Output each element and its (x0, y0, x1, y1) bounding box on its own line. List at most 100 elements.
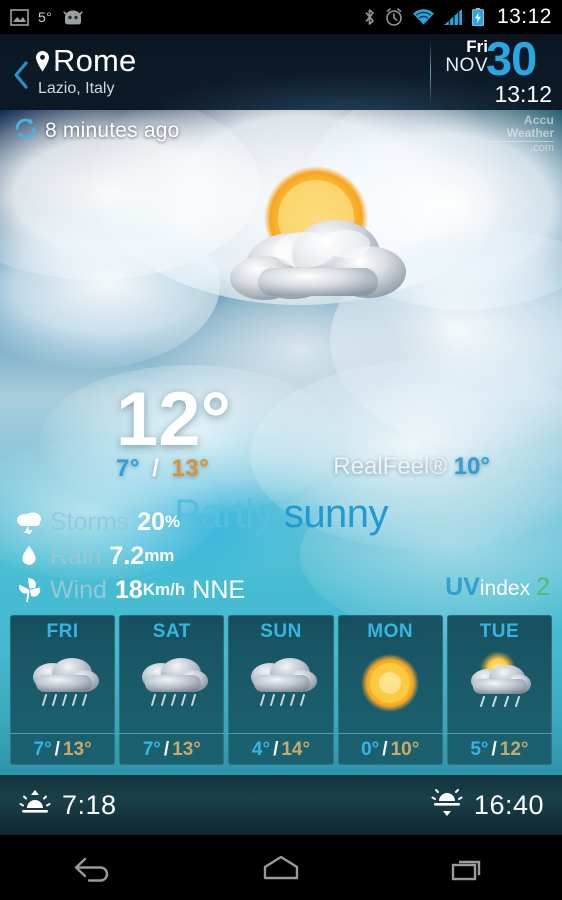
current-temperature: 12° (116, 382, 231, 458)
forecast-day: FRI (10, 615, 115, 643)
sunrise-icon (18, 789, 52, 822)
detail-value: 7.2 (109, 542, 144, 571)
forecast-separator: / (491, 739, 496, 761)
forecast-high: 12° (500, 739, 529, 761)
rain-cloud-icon (119, 647, 224, 719)
today-range: 7° / 13° (116, 455, 209, 483)
detail-row-storms[interactable]: Storms 20% (14, 505, 245, 539)
current-weather-panel[interactable]: 8 minutes ago Accu Weather .com (0, 110, 562, 775)
bluetooth-icon (363, 7, 376, 27)
refresh-icon[interactable] (14, 117, 37, 145)
forecast-separator: / (55, 739, 60, 761)
brand-line-2: Weather (476, 127, 554, 142)
image-icon (10, 9, 29, 26)
sun-behind-rain-cloud-icon (447, 647, 552, 719)
forecast-range: 4° / 14° (228, 733, 333, 765)
range-separator: / (152, 455, 159, 482)
wind-direction: NNE (192, 576, 245, 605)
sun-times-bar: 7:18 16:40 (0, 775, 562, 835)
raindrop-icon (14, 543, 44, 569)
forecast-range: 5° / 12° (447, 733, 552, 765)
detail-unit: mm (144, 546, 174, 566)
weather-app-screen: 5° 13:12 (0, 0, 562, 900)
rain-cloud-icon (228, 647, 333, 719)
today-low: 7° (116, 455, 140, 482)
nav-recents-icon[interactable] (422, 844, 514, 892)
region-name: Lazio, Italy (38, 79, 137, 99)
uv-prefix: UV (445, 573, 480, 601)
forecast-separator: / (382, 739, 387, 761)
city-name: Rome (53, 44, 137, 78)
forecast-high: 13° (63, 739, 92, 761)
forecast-low: 4° (252, 739, 270, 761)
forecast-card[interactable]: SUN 4° / 14° (228, 615, 333, 765)
forecast-low: 5° (470, 739, 488, 761)
condition-part-2: sunny (284, 492, 388, 536)
detail-label: Wind (50, 576, 107, 605)
forecast-range: 7° / 13° (119, 733, 224, 765)
forecast-separator: / (273, 739, 278, 761)
forecast-card[interactable]: MON 0° / 10° (338, 615, 443, 765)
status-temperature: 5° (38, 9, 52, 25)
location-pin-icon (34, 50, 51, 73)
realfeel-block: RealFeel® 10° (333, 453, 490, 481)
detail-label: Rain (50, 542, 101, 571)
storm-cloud-icon (14, 509, 44, 535)
detail-unit: Km/h (143, 580, 186, 600)
date-block: Fri NOV 30 13:12 (430, 34, 562, 110)
android-navigation-bar (0, 835, 562, 900)
realfeel-value: 10° (454, 453, 490, 480)
forecast-day: SUN (228, 615, 333, 643)
header-clock: 13:12 (494, 82, 552, 106)
forecast-low: 7° (34, 739, 52, 761)
forecast-card[interactable]: SAT 7° / 13° (119, 615, 224, 765)
forecast-range: 7° / 13° (10, 733, 115, 765)
location-header: Rome Lazio, Italy Fri NOV 30 13:12 (0, 34, 562, 110)
sunset-icon (430, 789, 464, 822)
forecast-low: 0° (361, 739, 379, 761)
location-block[interactable]: Rome Lazio, Italy (34, 44, 137, 99)
today-high: 13° (171, 455, 209, 482)
alarm-icon (384, 7, 404, 27)
weather-details-list: Storms 20% Rain 7.2mm Wind 18Km/h NNE (14, 505, 245, 607)
sunset-time: 16:40 (474, 790, 544, 821)
forecast-high: 13° (172, 739, 201, 761)
forecast-card[interactable]: FRI 7° / 13° (10, 615, 115, 765)
signal-icon (443, 8, 463, 26)
status-clock: 13:12 (497, 5, 552, 29)
forecast-high: 14° (281, 739, 310, 761)
forecast-day: TUE (447, 615, 552, 643)
detail-row-wind[interactable]: Wind 18Km/h NNE (14, 573, 245, 607)
forecast-high: 10° (391, 739, 420, 761)
sunny-icon (338, 647, 443, 719)
wifi-icon (412, 8, 435, 26)
android-face-icon (61, 9, 85, 26)
detail-unit: % (165, 512, 180, 532)
android-status-bar: 5° 13:12 (0, 0, 562, 34)
rain-cloud-icon (10, 647, 115, 719)
month-label: NOV (442, 56, 488, 76)
detail-value: 18 (115, 576, 143, 605)
brand-line-3: .com (476, 142, 554, 155)
sunset-block: 16:40 (430, 789, 544, 822)
detail-row-rain[interactable]: Rain 7.2mm (14, 539, 245, 573)
weekday-label: Fri (442, 38, 488, 56)
sunrise-time: 7:18 (62, 790, 117, 821)
forecast-low: 7° (143, 739, 161, 761)
detail-value: 20 (137, 508, 165, 537)
nav-home-icon[interactable] (235, 844, 327, 892)
realfeel-label: RealFeel® (333, 453, 447, 480)
pinwheel-icon (14, 577, 44, 603)
uv-index-block: UVindex2 (445, 573, 550, 602)
forecast-day: MON (338, 615, 443, 643)
day-number: 30 (486, 34, 536, 84)
nav-back-icon[interactable] (48, 844, 140, 892)
forecast-row: FRI 7° / 13° SAT 7° / 13° (10, 615, 552, 765)
forecast-card[interactable]: TUE 5° / 12° (447, 615, 552, 765)
sun-behind-cloud-icon (196, 158, 446, 358)
forecast-day: SAT (119, 615, 224, 643)
forecast-range: 0° / 10° (338, 733, 443, 765)
forecast-separator: / (164, 739, 169, 761)
back-chevron-icon[interactable] (12, 60, 30, 90)
uv-label: index (480, 577, 530, 600)
